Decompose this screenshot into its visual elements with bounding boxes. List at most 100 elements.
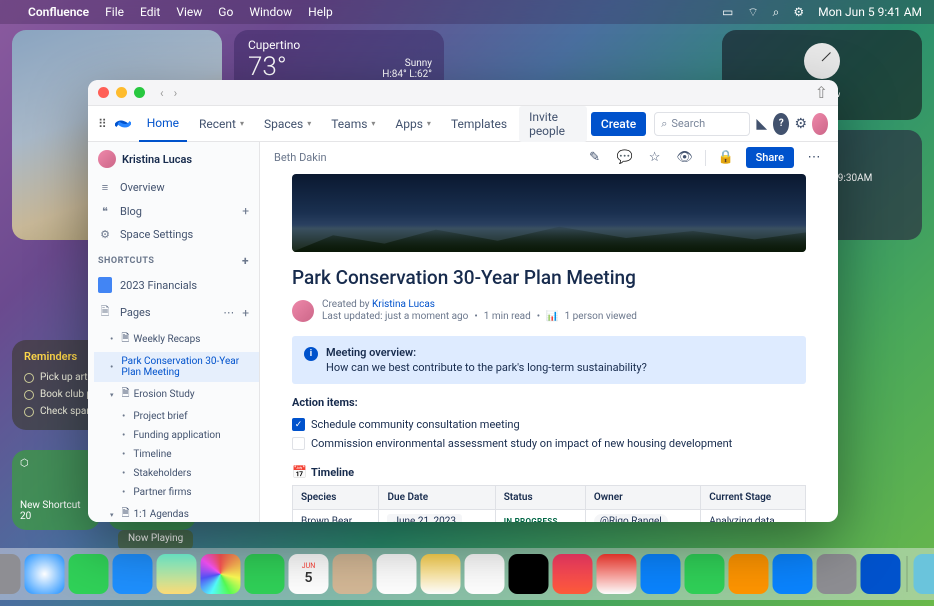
shortcut-card[interactable]: ⬡New Shortcut 20 — [12, 450, 100, 530]
dock-settings-icon[interactable] — [817, 554, 857, 594]
dock-mail-icon[interactable] — [113, 554, 153, 594]
calendar-emoji-icon: 📅 — [292, 465, 307, 479]
table-row: Brown Bear June 21, 2023 IN PROGRESS @Ri… — [293, 510, 806, 523]
watch-icon[interactable]: 👁 — [675, 148, 695, 168]
checkbox-unchecked-icon[interactable] — [292, 437, 305, 450]
restrictions-icon[interactable]: 🔒 — [716, 148, 736, 168]
date-lozenge[interactable]: June 21, 2023 — [387, 514, 462, 522]
now-playing-widget[interactable]: Now Playing — [118, 530, 193, 550]
nav-recent[interactable]: Recent — [191, 113, 252, 135]
search-input[interactable]: ⌕ Search — [654, 112, 750, 136]
dock-contacts-icon[interactable] — [333, 554, 373, 594]
dock-photos-icon[interactable] — [201, 554, 241, 594]
dock-notes-icon[interactable] — [421, 554, 461, 594]
dock-keynote-icon[interactable] — [641, 554, 681, 594]
dock-tv-icon[interactable] — [509, 554, 549, 594]
share-icon[interactable]: ⇧ — [815, 83, 828, 102]
author-link[interactable]: Kristina Lucas — [372, 299, 435, 310]
user-mention[interactable]: @Rigo Rangel — [594, 514, 668, 522]
action-item[interactable]: ✓ Schedule community consultation meetin… — [292, 415, 806, 434]
breadcrumb[interactable]: Beth Dakin — [274, 151, 327, 164]
dock-reminders-icon[interactable] — [377, 554, 417, 594]
window-menu[interactable]: Window — [249, 5, 292, 19]
page-stakeholders[interactable]: Stakeholders — [94, 464, 259, 483]
nav-home[interactable]: Home — [139, 106, 187, 142]
page-timeline[interactable]: Timeline — [94, 445, 259, 464]
page-project-brief[interactable]: Project brief — [94, 407, 259, 426]
dock-news-icon[interactable] — [597, 554, 637, 594]
confluence-window: ‹ › ⇧ ⠿ Home Recent Spaces Teams Apps Te… — [88, 80, 838, 522]
edit-icon[interactable]: ✎ — [585, 148, 605, 168]
dock-messages-icon[interactable] — [69, 554, 109, 594]
edit-menu[interactable]: Edit — [140, 5, 160, 19]
forward-button[interactable]: › — [174, 86, 178, 100]
page-park-conservation[interactable]: Park Conservation 30-Year Plan Meeting — [94, 352, 259, 382]
macos-menubar: Confluence File Edit View Go Window Help… — [0, 0, 934, 24]
dock-appstore-icon[interactable] — [773, 554, 813, 594]
back-button[interactable]: ‹ — [160, 86, 164, 100]
dock-numbers-icon[interactable] — [685, 554, 725, 594]
help-menu[interactable]: Help — [308, 5, 333, 19]
app-menu[interactable]: Confluence — [28, 5, 89, 19]
help-icon[interactable]: ? — [773, 113, 789, 135]
dock-calendar-icon[interactable]: JUN5 — [289, 554, 329, 594]
control-center-icon[interactable]: ⚙ — [793, 5, 804, 19]
info-panel: i Meeting overview: How can we best cont… — [292, 336, 806, 384]
close-window-button[interactable] — [98, 87, 109, 98]
search-icon[interactable]: ⌕ — [773, 5, 780, 20]
dock-freeform-icon[interactable] — [465, 554, 505, 594]
notifications-icon[interactable]: ◣ — [754, 113, 770, 135]
checkbox-checked-icon[interactable]: ✓ — [292, 418, 305, 431]
dock-downloads-icon[interactable] — [914, 554, 934, 594]
maximize-window-button[interactable] — [134, 87, 145, 98]
dock-confluence-icon[interactable] — [861, 554, 901, 594]
settings-icon[interactable]: ⚙ — [793, 113, 809, 135]
create-button[interactable]: Create — [591, 112, 646, 136]
add-page-button[interactable]: + — [242, 306, 249, 320]
sidebar-pages-section[interactable]: 🗎Pages ⋯ + — [88, 298, 259, 327]
dock-launchpad-icon[interactable] — [0, 554, 21, 594]
nav-teams[interactable]: Teams — [323, 113, 383, 135]
space-sidebar: Kristina Lucas ≡Overview ❝Blog+ ⚙Space S… — [88, 142, 260, 522]
weather-city: Cupertino — [248, 38, 430, 52]
profile-avatar[interactable] — [812, 113, 828, 135]
dock-pages-icon[interactable] — [729, 554, 769, 594]
dock-maps-icon[interactable] — [157, 554, 197, 594]
dock-facetime-icon[interactable] — [245, 554, 285, 594]
author-avatar-icon[interactable] — [292, 300, 314, 322]
datetime[interactable]: Mon Jun 5 9:41 AM — [818, 5, 922, 19]
file-menu[interactable]: File — [105, 5, 124, 19]
dock-music-icon[interactable] — [553, 554, 593, 594]
sidebar-overview[interactable]: ≡Overview — [88, 176, 259, 199]
add-shortcut-button[interactable]: + — [242, 254, 249, 268]
th-status: Status — [495, 486, 585, 510]
nav-templates[interactable]: Templates — [443, 113, 515, 135]
info-icon: i — [304, 347, 318, 361]
page-11-agendas[interactable]: 🗎1:1 Agendas — [94, 502, 259, 522]
wifi-icon[interactable]: ⌔ — [747, 5, 758, 20]
nav-spaces[interactable]: Spaces — [256, 113, 319, 135]
action-item[interactable]: Commission environmental assessment stud… — [292, 434, 806, 453]
more-actions-icon[interactable]: ⋯ — [804, 148, 824, 168]
share-button[interactable]: Share — [746, 147, 794, 168]
app-switcher-icon[interactable]: ⠿ — [98, 115, 111, 133]
sidebar-space-settings[interactable]: ⚙Space Settings — [88, 223, 259, 246]
go-menu[interactable]: Go — [218, 5, 233, 19]
space-header[interactable]: Kristina Lucas — [88, 142, 259, 176]
nav-apps[interactable]: Apps — [387, 113, 439, 135]
page-erosion-study[interactable]: 🗎Erosion Study — [94, 382, 259, 407]
dock-safari-icon[interactable] — [25, 554, 65, 594]
shortcut-2023-financials[interactable]: 2023 Financials — [88, 272, 259, 298]
view-menu[interactable]: View — [176, 5, 202, 19]
star-icon[interactable]: ☆ — [645, 148, 665, 168]
page-weekly-recaps[interactable]: 🗎Weekly Recaps — [94, 327, 259, 352]
sidebar-blog[interactable]: ❝Blog+ — [88, 199, 259, 223]
page-toolbar: Beth Dakin ✎ 💬 ☆ 👁 🔒 Share ⋯ — [260, 142, 838, 174]
page-funding-application[interactable]: Funding application — [94, 426, 259, 445]
page-partner-firms[interactable]: Partner firms — [94, 483, 259, 502]
confluence-logo-icon[interactable] — [115, 115, 131, 133]
battery-icon[interactable]: ▭ — [722, 5, 733, 19]
comment-icon[interactable]: 💬 — [615, 148, 635, 168]
minimize-window-button[interactable] — [116, 87, 127, 98]
invite-people-button[interactable]: Invite people — [519, 106, 587, 142]
